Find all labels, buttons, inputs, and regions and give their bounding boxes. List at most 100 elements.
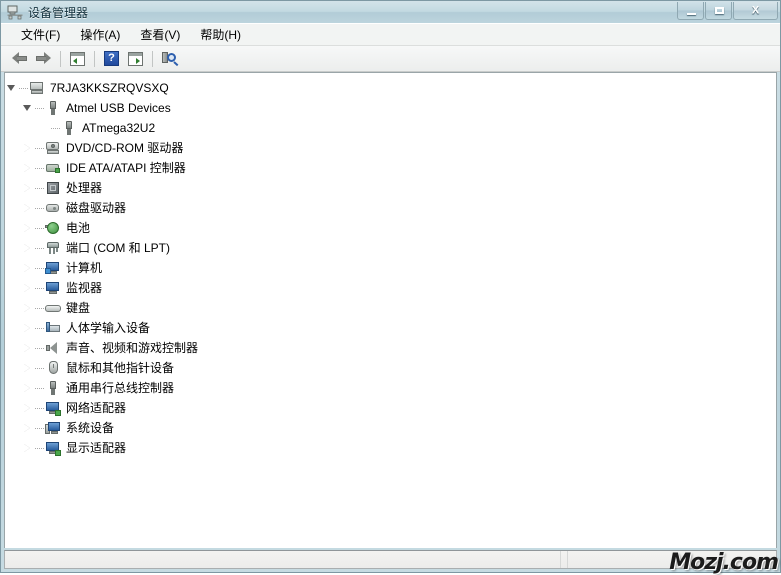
- tree-node-batteries[interactable]: 电池: [5, 218, 776, 238]
- tree-node-atmega32u2[interactable]: ATmega32U2: [5, 118, 776, 138]
- chevron-right-icon[interactable]: [21, 398, 35, 418]
- tree-node-usb-controllers[interactable]: 通用串行总线控制器: [5, 378, 776, 398]
- chevron-right-icon[interactable]: [21, 138, 35, 158]
- keyboard-icon: [45, 300, 61, 316]
- chevron-right-icon[interactable]: [21, 178, 35, 198]
- chevron-right-icon[interactable]: [21, 338, 35, 358]
- chevron-right-icon[interactable]: [21, 198, 35, 218]
- window-title: 设备管理器: [28, 4, 88, 21]
- tree-node-label: Atmel USB Devices: [66, 101, 171, 115]
- tree-indent: [5, 218, 21, 238]
- tree-node-monitors[interactable]: 监视器: [5, 278, 776, 298]
- tree-node-system-devices[interactable]: 系统设备: [5, 418, 776, 438]
- toolbar-separator: [152, 51, 153, 67]
- chevron-down-icon[interactable]: [5, 78, 19, 98]
- chevron-right-icon[interactable]: [21, 318, 35, 338]
- maximize-button[interactable]: [705, 2, 732, 20]
- dvd-drive-icon: [45, 140, 61, 156]
- tree-node-label: 人体学输入设备: [66, 321, 150, 335]
- menu-bar: 文件(F) 操作(A) 查看(V) 帮助(H): [1, 23, 780, 46]
- chevron-right-icon[interactable]: [21, 298, 35, 318]
- tree-node-hid[interactable]: 人体学输入设备: [5, 318, 776, 338]
- tree-node-label: 磁盘驱动器: [66, 201, 126, 215]
- tree-indent: [5, 438, 21, 458]
- chevron-right-icon[interactable]: [21, 238, 35, 258]
- tree-indent: [5, 318, 21, 338]
- tree-node-ports[interactable]: 端口 (COM 和 LPT): [5, 238, 776, 258]
- forward-button[interactable]: [32, 48, 55, 70]
- chevron-right-icon[interactable]: [21, 418, 35, 438]
- tree-indent: [5, 138, 21, 158]
- show-hide-console-tree-button[interactable]: [66, 48, 89, 70]
- menu-help[interactable]: 帮助(H): [190, 24, 251, 46]
- tree-node-label: 处理器: [66, 181, 102, 195]
- close-button[interactable]: X: [733, 2, 778, 20]
- menu-view[interactable]: 查看(V): [130, 24, 190, 46]
- tree-connector: [19, 78, 29, 98]
- tree-node-disk-drives[interactable]: 磁盘驱动器: [5, 198, 776, 218]
- menu-action[interactable]: 操作(A): [70, 24, 130, 46]
- tree-node-label: 显示适配器: [66, 441, 126, 455]
- display-adapter-icon: [45, 440, 61, 456]
- panel-left-icon: [70, 52, 85, 66]
- tree-connector: [35, 98, 45, 118]
- chevron-right-icon[interactable]: [21, 358, 35, 378]
- tree-node-label: 7RJA3KKSZRQVSXQ: [50, 81, 169, 95]
- tree-connector: [35, 318, 45, 338]
- toolbar-separator: [94, 51, 95, 67]
- tree-node-network-adapters[interactable]: 网络适配器: [5, 398, 776, 418]
- ide-controller-icon: [45, 160, 61, 176]
- tree-node-mice[interactable]: 鼠标和其他指针设备: [5, 358, 776, 378]
- chevron-right-icon[interactable]: [21, 438, 35, 458]
- tree-connector: [35, 398, 45, 418]
- tree-connector: [35, 378, 45, 398]
- device-tree-panel[interactable]: 7RJA3KKSZRQVSXQ Atmel USB Devices ATmega32…: [4, 72, 777, 548]
- tree-node-label: 键盘: [66, 301, 90, 315]
- tree-node-atmel-usb-devices[interactable]: Atmel USB Devices: [5, 98, 776, 118]
- disk-drive-icon: [45, 200, 61, 216]
- chevron-right-icon[interactable]: [21, 278, 35, 298]
- back-button[interactable]: [8, 48, 31, 70]
- system-device-icon: [45, 420, 61, 436]
- tree-connector: [35, 438, 45, 458]
- tree-node-keyboards[interactable]: 键盘: [5, 298, 776, 318]
- computer-blue-icon: [45, 260, 61, 276]
- chevron-right-icon[interactable]: [21, 158, 35, 178]
- toolbar-separator: [60, 51, 61, 67]
- monitor-icon: [45, 280, 61, 296]
- tree-indent: [5, 178, 21, 198]
- tree-indent: [5, 298, 21, 318]
- chevron-right-icon[interactable]: [21, 378, 35, 398]
- tree-connector: [35, 138, 45, 158]
- tree-node-label: 鼠标和其他指针设备: [66, 361, 174, 375]
- chevron-right-icon[interactable]: [21, 258, 35, 278]
- tree-node-processors[interactable]: 处理器: [5, 178, 776, 198]
- menu-file[interactable]: 文件(F): [11, 24, 70, 46]
- properties-button[interactable]: [124, 48, 147, 70]
- usb-icon: [45, 100, 61, 116]
- tree-node-sound-video-game[interactable]: 声音、视频和游戏控制器: [5, 338, 776, 358]
- tree-connector: [35, 298, 45, 318]
- close-icon: X: [734, 5, 777, 16]
- usb-icon: [61, 120, 77, 136]
- window-controls: X: [677, 2, 778, 20]
- network-adapter-icon: [45, 400, 61, 416]
- panel-right-icon: [128, 52, 143, 66]
- tree-indent: [5, 398, 21, 418]
- tree-connector: [35, 278, 45, 298]
- tree-indent: [5, 98, 21, 118]
- tree-connector: [35, 158, 45, 178]
- scan-hardware-changes-button[interactable]: [158, 48, 181, 70]
- tree-node-label: 端口 (COM 和 LPT): [66, 241, 170, 255]
- chevron-down-icon[interactable]: [21, 98, 35, 118]
- ports-icon: [45, 240, 61, 256]
- tree-node-computer[interactable]: 计算机: [5, 258, 776, 278]
- tree-connector: [35, 218, 45, 238]
- minimize-button[interactable]: [677, 2, 704, 20]
- tree-node-dvd-cdrom[interactable]: DVD/CD-ROM 驱动器: [5, 138, 776, 158]
- tree-node-computer-root[interactable]: 7RJA3KKSZRQVSXQ: [5, 78, 776, 98]
- chevron-right-icon[interactable]: [21, 218, 35, 238]
- tree-node-ide-ata-atapi[interactable]: IDE ATA/ATAPI 控制器: [5, 158, 776, 178]
- help-button[interactable]: ?: [100, 48, 123, 70]
- tree-node-display-adapters[interactable]: 显示适配器: [5, 438, 776, 458]
